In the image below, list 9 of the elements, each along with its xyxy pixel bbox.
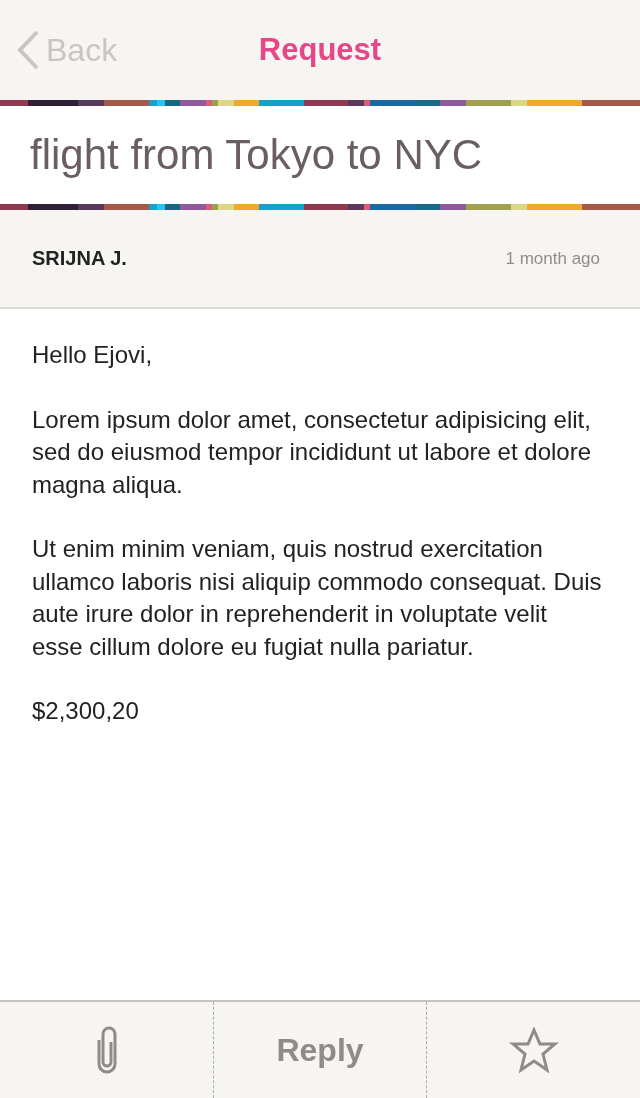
sender-name: SRIJNA J. — [32, 247, 127, 270]
timestamp: 1 month ago — [505, 248, 600, 269]
message-paragraph: Hello Ejovi, — [32, 340, 154, 370]
chevron-left-icon — [16, 29, 40, 71]
subject-heading: flight from Tokyo to NYC — [30, 131, 483, 179]
message-paragraph: Ut enim minim veniam, quis nostrud exercitation ullamco laboris nisi aliquip commodo consequat. Duis aute irure dolor in reprehenderit in voluptate velit esse cillum dolore eu fugiat nulla pariatur. — [32, 534, 603, 662]
message-paragraph: $2,300,20 — [32, 696, 140, 726]
message-paragraph: Lorem ipsum dolor amet, consectetur adipisicing elit, sed do eiusmod tempor incididunt ut labore et dolore magna aliqua. — [32, 404, 592, 500]
screen-title: Request — [258, 32, 382, 67]
